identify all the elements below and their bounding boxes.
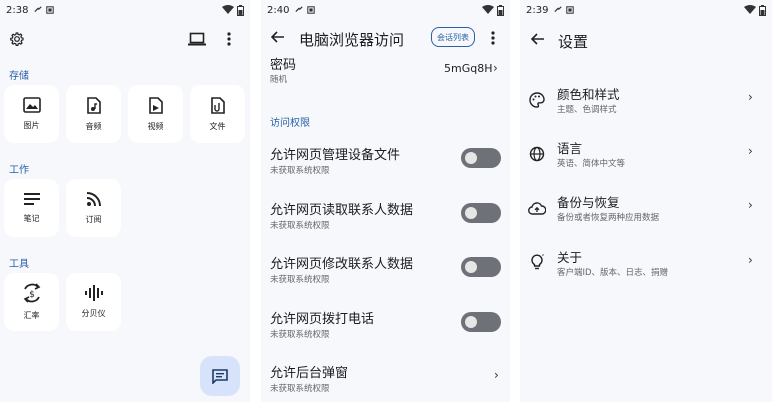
toggle-switch[interactable] (461, 312, 501, 332)
status-time: 2:39 (526, 4, 549, 16)
row-subtitle: 未获取系统权限 (270, 221, 330, 231)
page-title: 设置 (558, 33, 589, 51)
tile-feeds[interactable]: 订阅 (66, 179, 121, 237)
status-time: 2:38 (6, 4, 29, 16)
notes-icon (23, 193, 40, 205)
row-title: 允许网页修改联系人数据 (270, 257, 414, 272)
cloud-upload-icon (528, 201, 546, 215)
settings-gear-icon[interactable] (9, 31, 25, 47)
back-arrow-icon[interactable] (531, 33, 545, 45)
top-app-bar (0, 26, 250, 54)
rss-icon (86, 192, 101, 207)
chevron-right-icon: › (748, 90, 753, 104)
settings-screen: 2:39 设置 颜色和样式 主题、色调样式 › 语言 英语、简体中文等 › 备份… (520, 0, 772, 402)
image-icon (22, 97, 41, 113)
password-subtitle: 随机 (270, 75, 288, 85)
lightbulb-icon (530, 254, 544, 271)
back-arrow-icon[interactable] (271, 31, 285, 43)
chevron-right-icon: › (494, 368, 499, 382)
password-title: 密码 (270, 58, 297, 73)
computer-icon[interactable] (188, 32, 206, 46)
tile-label: 音频 (85, 121, 102, 131)
page-title: 电脑浏览器访问 (299, 31, 405, 49)
more-vert-icon[interactable] (490, 30, 496, 46)
tile-exchange[interactable]: $ 汇率 (4, 273, 59, 331)
audio-file-icon (86, 96, 101, 114)
toggle-switch[interactable] (461, 148, 501, 168)
section-title-tools: 工具 (9, 259, 29, 270)
tile-images[interactable]: 图片 (4, 85, 59, 143)
tile-decibel[interactable]: 分贝仪 (66, 273, 121, 331)
row-title: 允许后台弹窗 (270, 366, 349, 381)
item-title: 关于 (557, 250, 583, 265)
password-value: 5mGq8H (444, 62, 493, 75)
browser-access-screen: 2:40 电脑浏览器访问 会话列表 密码 随机 5mGq8H › 访问权限 允许… (261, 0, 510, 402)
status-time: 2:40 (267, 4, 290, 16)
item-subtitle: 备份或者恢复两种应用数据 (557, 213, 660, 223)
chat-fab[interactable] (200, 356, 240, 396)
status-bar: 2:40 (261, 0, 510, 20)
tile-notes[interactable]: 笔记 (4, 179, 59, 237)
status-bar: 2:38 (0, 0, 250, 20)
row-title: 允许网页拨打电话 (270, 312, 375, 327)
transfer-icon (295, 6, 304, 13)
chevron-right-icon: › (748, 253, 753, 267)
notification-icon (307, 6, 316, 14)
tile-files[interactable]: 文件 (190, 85, 245, 143)
svg-text:$: $ (29, 290, 35, 300)
notification-icon (46, 6, 55, 14)
home-screen: 2:38 存储 图片 音频 视频 文件 工作 笔记 订阅 工具 $ 汇率 分贝仪 (0, 0, 250, 402)
row-subtitle: 未获取系统权限 (270, 166, 330, 176)
attachment-file-icon (210, 96, 225, 114)
tile-label: 图片 (23, 121, 40, 130)
tile-label: 汇率 (23, 311, 40, 320)
wifi-icon (222, 5, 234, 14)
video-file-icon (148, 96, 163, 114)
globe-icon (529, 146, 545, 162)
sound-wave-icon (84, 285, 103, 301)
row-subtitle: 未获取系统权限 (270, 384, 330, 394)
transfer-icon (34, 6, 43, 13)
battery-icon (497, 4, 504, 16)
notification-icon (566, 6, 575, 14)
toggle-switch[interactable] (461, 203, 501, 223)
chat-icon (212, 368, 228, 384)
section-title-work: 工作 (9, 165, 29, 176)
session-list-button[interactable]: 会话列表 (431, 27, 475, 47)
tile-label: 笔记 (23, 214, 40, 223)
row-subtitle: 未获取系统权限 (270, 275, 330, 285)
item-title: 颜色和样式 (557, 87, 620, 102)
item-subtitle: 主题、色调样式 (557, 105, 617, 115)
item-subtitle: 客户端ID、版本、日志、捐赠 (557, 268, 669, 278)
palette-icon (529, 92, 545, 108)
tile-audio[interactable]: 音频 (66, 85, 121, 143)
tile-label: 视频 (147, 121, 164, 131)
chevron-right-icon: › (748, 144, 753, 158)
tile-video[interactable]: 视频 (128, 85, 183, 143)
section-title-storage: 存储 (9, 71, 29, 82)
wifi-icon (482, 5, 494, 14)
transfer-icon (554, 6, 563, 13)
row-title: 允许网页读取联系人数据 (270, 203, 414, 218)
toggle-switch[interactable] (461, 257, 501, 277)
currency-exchange-icon: $ (23, 283, 40, 303)
item-title: 备份与恢复 (557, 195, 620, 210)
more-vert-icon[interactable] (226, 31, 232, 47)
battery-icon (237, 4, 244, 16)
row-subtitle: 未获取系统权限 (270, 330, 330, 340)
item-subtitle: 英语、简体中文等 (557, 159, 626, 169)
chevron-right-icon: › (493, 61, 498, 75)
section-title-permissions: 访问权限 (270, 118, 310, 129)
chevron-right-icon: › (748, 198, 753, 212)
tile-label: 分贝仪 (81, 309, 106, 318)
row-title: 允许网页管理设备文件 (270, 148, 401, 163)
wifi-icon (744, 5, 756, 14)
item-title: 语言 (557, 141, 583, 156)
tile-label: 订阅 (85, 215, 102, 224)
status-bar: 2:39 (520, 0, 772, 20)
battery-icon (759, 4, 766, 16)
tile-label: 文件 (209, 121, 226, 131)
